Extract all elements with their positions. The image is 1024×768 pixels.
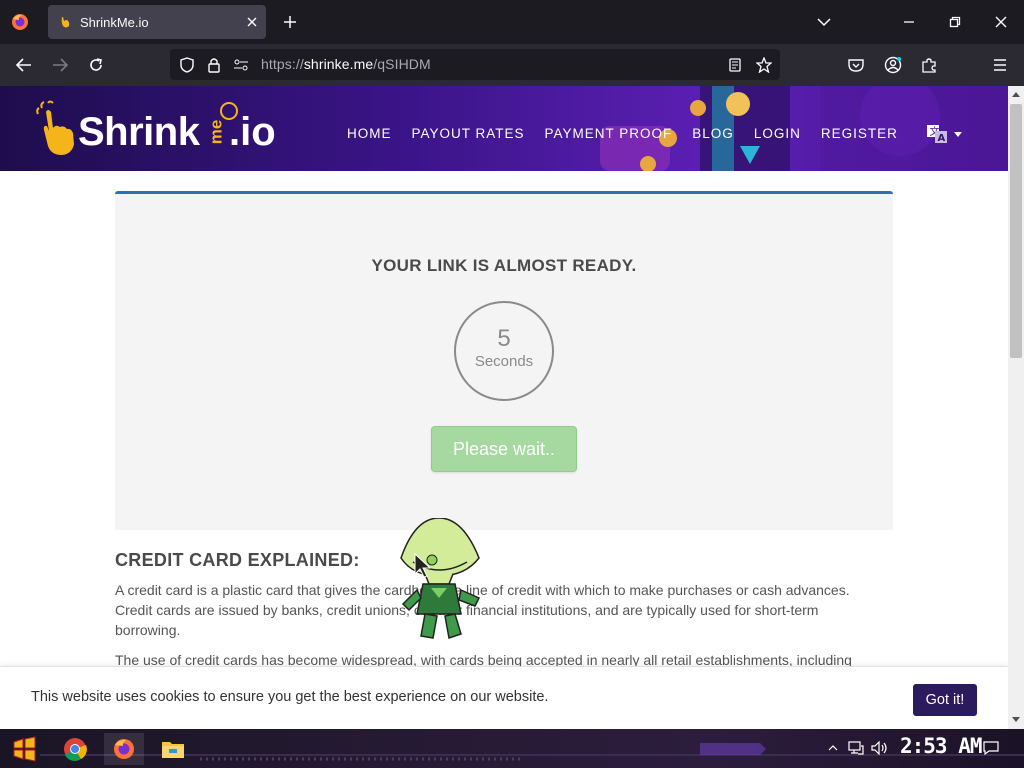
lock-icon[interactable]: [205, 56, 223, 74]
pocket-icon[interactable]: [842, 51, 870, 79]
shield-icon[interactable]: [178, 56, 196, 74]
nav-payout-rates[interactable]: PAYOUT RATES: [412, 124, 525, 143]
bookmark-star-icon[interactable]: [755, 56, 773, 74]
scrollbar-thumb[interactable]: [1010, 104, 1022, 358]
article-line: A credit card is a plastic card that giv…: [115, 582, 850, 598]
chevron-down-icon[interactable]: [810, 8, 838, 36]
logo-shrink: Shrink: [78, 110, 200, 154]
close-window-icon[interactable]: [978, 0, 1024, 44]
hamburger-menu-icon[interactable]: [986, 51, 1014, 79]
start-icon[interactable]: [4, 733, 44, 765]
restore-icon[interactable]: [932, 0, 978, 44]
countdown-unit: Seconds: [474, 353, 534, 370]
active-tab[interactable]: ShrinkMe.io: [48, 5, 266, 39]
chrome-icon[interactable]: [55, 733, 95, 765]
notifications-icon[interactable]: [982, 739, 1000, 757]
hand-pointer-icon: [36, 100, 74, 155]
nav-blog[interactable]: BLOG: [692, 124, 734, 143]
forward-arrow-icon[interactable]: [46, 51, 74, 79]
windows-taskbar: 2:53 AM: [0, 729, 1024, 768]
article-line: borrowing.: [115, 622, 181, 638]
extensions-icon[interactable]: [915, 51, 943, 79]
file-explorer-icon[interactable]: [153, 733, 193, 765]
peridot-cursor-mascot: [400, 518, 481, 639]
page-viewport: Shrink me .io HOME PAYOUT RATES PAYMENT …: [0, 86, 1008, 729]
site-logo[interactable]: Shrink me .io: [36, 100, 276, 160]
url-scheme: https://: [261, 56, 304, 72]
back-arrow-icon[interactable]: [10, 51, 38, 79]
translate-icon: 文 A: [927, 125, 947, 144]
nav-login[interactable]: LOGIN: [754, 124, 801, 143]
nav-register[interactable]: REGISTER: [821, 124, 898, 143]
cookie-consent-bar: This website uses cookies to ensure you …: [0, 666, 1008, 729]
volume-icon[interactable]: [871, 739, 889, 757]
tab-title: ShrinkMe.io: [80, 14, 149, 30]
please-wait-button[interactable]: Please wait..: [431, 426, 577, 472]
minimize-icon[interactable]: [886, 0, 932, 44]
account-icon[interactable]: [879, 51, 907, 79]
browser-titlebar: ShrinkMe.io: [0, 0, 1024, 44]
url-bar[interactable]: https://shrinke.me/qSIHDM: [170, 49, 780, 80]
firefox-taskbar-icon[interactable]: [104, 733, 144, 765]
reload-icon[interactable]: [82, 51, 110, 79]
link-ready-card: YOUR LINK IS ALMOST READY. 5 Seconds Ple…: [115, 191, 893, 530]
url-host: shrinke.me: [303, 56, 374, 72]
countdown-number: 5: [497, 325, 511, 352]
cookie-message: This website uses cookies to ensure you …: [31, 689, 549, 705]
site-header: Shrink me .io HOME PAYOUT RATES PAYMENT …: [0, 86, 1008, 171]
language-dropdown[interactable]: 文 A: [926, 124, 962, 144]
firefox-icon[interactable]: [8, 10, 32, 34]
cookie-accept-button[interactable]: Got it!: [913, 684, 977, 716]
article-line: Credit cards are issued by banks, credit…: [115, 602, 819, 618]
reader-view-icon[interactable]: [726, 56, 744, 74]
scroll-down-arrow-icon[interactable]: [1008, 712, 1024, 728]
url-text[interactable]: https://shrinke.me/qSIHDM: [261, 56, 431, 72]
scroll-up-arrow-icon[interactable]: [1008, 86, 1024, 102]
logo-me: me: [206, 119, 226, 145]
shrinkme-favicon-icon: [58, 15, 72, 29]
countdown-timer: 5 Seconds: [454, 301, 554, 401]
card-title: YOUR LINK IS ALMOST READY.: [371, 256, 637, 275]
network-icon[interactable]: [847, 739, 865, 757]
close-tab-icon[interactable]: [238, 8, 266, 36]
permissions-icon[interactable]: [232, 56, 250, 74]
logo-loop-icon: [220, 102, 238, 120]
article-title: CREDIT CARD EXPLAINED:: [115, 550, 360, 570]
chevron-up-icon[interactable]: [824, 739, 842, 757]
new-tab-icon[interactable]: [276, 8, 304, 36]
nav-payment-proof[interactable]: PAYMENT PROOF: [545, 124, 673, 143]
nav-home[interactable]: HOME: [347, 124, 392, 143]
svg-text:A: A: [938, 133, 946, 144]
taskbar-clock[interactable]: 2:53 AM: [900, 734, 983, 758]
site-nav: HOME PAYOUT RATES PAYMENT PROOF BLOG LOG…: [347, 124, 918, 143]
url-path: /qSIHDM: [373, 56, 431, 72]
caret-down-icon: [954, 131, 962, 137]
